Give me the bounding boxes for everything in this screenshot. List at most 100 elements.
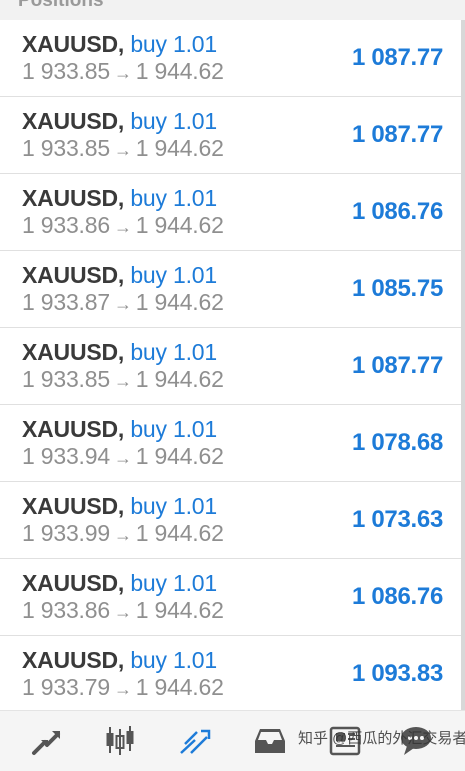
- arrow-right-icon: →: [113, 525, 132, 545]
- symbol-line: XAUUSD, buy 1.01: [22, 185, 217, 211]
- profit: 1 087.77: [351, 352, 443, 379]
- symbol-line: XAUUSD, buy 1.01: [22, 262, 217, 288]
- price-line: 1 933.86 → 1 944.62: [22, 212, 224, 240]
- quotes-icon: [32, 731, 60, 755]
- profit: 1 085.75: [351, 275, 443, 302]
- current-price: 1 944.62: [135, 58, 224, 84]
- tab-chart[interactable]: [102, 723, 138, 759]
- profit: 1 086.76: [351, 583, 443, 610]
- positions-header: Positions: [0, 0, 465, 21]
- symbol-line: XAUUSD, buy 1.01: [22, 108, 217, 134]
- position-row[interactable]: XAUUSD, buy 1.01 1 933.86 → 1 944.62 1 086…: [0, 174, 465, 251]
- volume: 1.01: [173, 185, 217, 211]
- symbol: XAUUSD,: [22, 185, 125, 211]
- volume: 1.01: [173, 416, 217, 442]
- open-price: 1 933.87: [22, 289, 110, 315]
- direction: buy: [130, 262, 167, 288]
- direction: buy: [130, 185, 167, 211]
- profit: 1 087.77: [351, 44, 443, 71]
- symbol: XAUUSD,: [22, 647, 125, 673]
- price-line: 1 933.87 → 1 944.62: [22, 289, 224, 317]
- price-line: 1 933.85 → 1 944.62: [22, 135, 224, 163]
- volume: 1.01: [173, 262, 217, 288]
- open-price: 1 933.79: [22, 674, 110, 700]
- open-price: 1 933.86: [22, 212, 110, 238]
- arrow-right-icon: →: [113, 63, 132, 83]
- current-price: 1 944.62: [135, 366, 224, 392]
- volume: 1.01: [173, 108, 217, 134]
- arrow-right-icon: →: [113, 294, 132, 314]
- direction: buy: [130, 570, 167, 596]
- symbol: XAUUSD,: [22, 493, 125, 519]
- direction: buy: [130, 339, 167, 365]
- chart-candles-icon: [106, 726, 134, 755]
- current-price: 1 944.62: [135, 443, 224, 469]
- current-price: 1 944.62: [135, 520, 224, 546]
- position-row[interactable]: XAUUSD, buy 1.01 1 933.87 → 1 944.62 1 085…: [0, 251, 465, 328]
- price-line: 1 933.86 → 1 944.62: [22, 597, 224, 625]
- price-line: 1 933.79 → 1 944.62: [22, 674, 224, 702]
- position-row[interactable]: XAUUSD, buy 1.01 1 933.85 → 1 944.62 1 087…: [0, 328, 465, 405]
- symbol: XAUUSD,: [22, 416, 125, 442]
- position-row[interactable]: XAUUSD, buy 1.01 1 933.94 → 1 944.62 1 078…: [0, 405, 465, 482]
- symbol: XAUUSD,: [22, 31, 125, 57]
- open-price: 1 933.85: [22, 135, 110, 161]
- price-line: 1 933.99 → 1 944.62: [22, 520, 224, 548]
- symbol-line: XAUUSD, buy 1.01: [22, 416, 217, 442]
- current-price: 1 944.62: [135, 597, 224, 623]
- symbol-line: XAUUSD, buy 1.01: [22, 493, 217, 519]
- volume: 1.01: [173, 493, 217, 519]
- symbol-line: XAUUSD, buy 1.01: [22, 647, 217, 673]
- trade-icon: [180, 729, 211, 754]
- price-line: 1 933.85 → 1 944.62: [22, 58, 224, 86]
- direction: buy: [130, 31, 167, 57]
- open-price: 1 933.99: [22, 520, 110, 546]
- profit: 1 078.68: [351, 429, 443, 456]
- section-title: Positions: [18, 0, 104, 11]
- profit: 1 086.76: [351, 198, 443, 225]
- symbol: XAUUSD,: [22, 108, 125, 134]
- tab-history[interactable]: [252, 723, 288, 759]
- current-price: 1 944.62: [135, 674, 224, 700]
- symbol-line: XAUUSD, buy 1.01: [22, 339, 217, 365]
- open-price: 1 933.85: [22, 366, 110, 392]
- current-price: 1 944.62: [135, 135, 224, 161]
- current-price: 1 944.62: [135, 212, 224, 238]
- scrollbar[interactable]: [461, 20, 465, 710]
- direction: buy: [130, 108, 167, 134]
- symbol: XAUUSD,: [22, 339, 125, 365]
- symbol: XAUUSD,: [22, 262, 125, 288]
- profit: 1 073.63: [351, 506, 443, 533]
- open-price: 1 933.86: [22, 597, 110, 623]
- arrow-right-icon: →: [113, 679, 132, 699]
- volume: 1.01: [173, 31, 217, 57]
- direction: buy: [130, 493, 167, 519]
- position-row[interactable]: XAUUSD, buy 1.01 1 933.79 → 1 944.62 1 093…: [0, 636, 465, 712]
- arrow-right-icon: →: [113, 448, 132, 468]
- price-line: 1 933.94 → 1 944.62: [22, 443, 224, 471]
- tab-quotes[interactable]: [28, 723, 64, 759]
- arrow-right-icon: →: [113, 217, 132, 237]
- symbol-line: XAUUSD, buy 1.01: [22, 570, 217, 596]
- watermark: 知乎 @西瓜的外汇交易者: [298, 730, 465, 747]
- position-row[interactable]: XAUUSD, buy 1.01 1 933.86 → 1 944.62 1 086…: [0, 559, 465, 636]
- arrow-right-icon: →: [113, 371, 132, 391]
- volume: 1.01: [173, 647, 217, 673]
- symbol: XAUUSD,: [22, 570, 125, 596]
- arrow-right-icon: →: [113, 602, 132, 622]
- current-price: 1 944.62: [135, 289, 224, 315]
- position-row[interactable]: XAUUSD, buy 1.01 1 933.85 → 1 944.62 1 087…: [0, 20, 465, 97]
- tab-trade[interactable]: [177, 723, 213, 759]
- direction: buy: [130, 416, 167, 442]
- volume: 1.01: [173, 339, 217, 365]
- direction: buy: [130, 647, 167, 673]
- symbol-line: XAUUSD, buy 1.01: [22, 31, 217, 57]
- position-row[interactable]: XAUUSD, buy 1.01 1 933.85 → 1 944.62 1 087…: [0, 97, 465, 174]
- profit: 1 093.83: [351, 660, 443, 687]
- position-row[interactable]: XAUUSD, buy 1.01 1 933.99 → 1 944.62 1 073…: [0, 482, 465, 559]
- open-price: 1 933.85: [22, 58, 110, 84]
- history-inbox-icon: [255, 729, 285, 753]
- profit: 1 087.77: [351, 121, 443, 148]
- arrow-right-icon: →: [113, 140, 132, 160]
- price-line: 1 933.85 → 1 944.62: [22, 366, 224, 394]
